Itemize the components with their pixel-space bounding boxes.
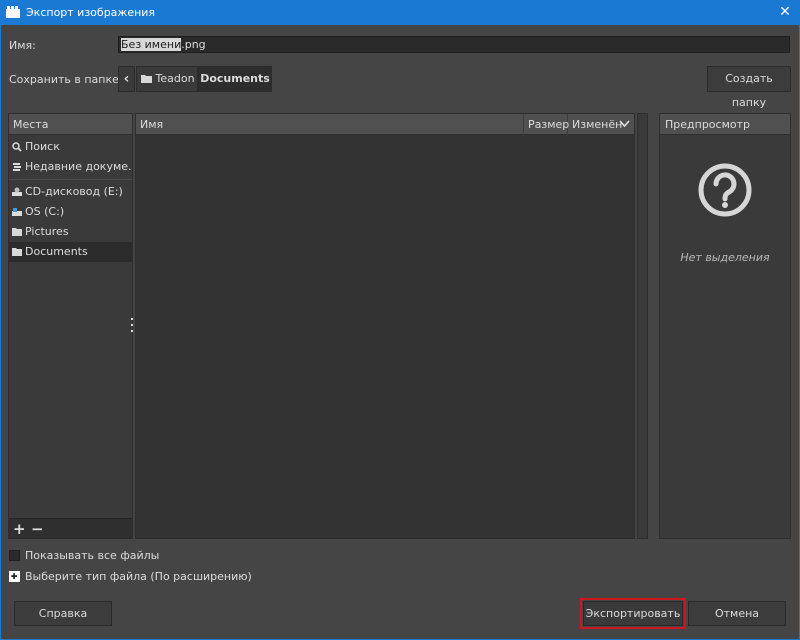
save-in-folder-label: Сохранить в папке <box>9 73 119 86</box>
recent-icon <box>13 163 21 171</box>
place-label: Недавние докуме... <box>25 160 132 173</box>
export-button[interactable]: Экспортировать <box>580 598 686 629</box>
folder-icon <box>141 75 152 83</box>
place-documents[interactable]: Documents <box>9 242 132 262</box>
create-folder-button[interactable]: Создать папку <box>707 66 791 109</box>
cd-drive-icon <box>12 187 22 196</box>
place-search[interactable]: Поиск <box>9 137 132 157</box>
preview-panel: Предпросмотр Нет выделения <box>659 113 791 539</box>
cancel-button[interactable]: Отмена <box>688 601 786 626</box>
chevron-left-icon: ‹ <box>123 71 130 87</box>
places-header[interactable]: Места <box>9 114 132 135</box>
column-size[interactable]: Размер <box>524 114 569 135</box>
folder-icon <box>12 248 22 256</box>
preview-header: Предпросмотр <box>660 114 790 135</box>
column-modified[interactable]: Изменён <box>568 114 634 135</box>
title-bar: Экспорт изображения ✕ <box>0 0 800 25</box>
folder-icon <box>12 228 22 236</box>
place-pictures[interactable]: Pictures <box>9 222 132 242</box>
place-recent[interactable]: Недавние докуме... <box>9 157 132 177</box>
places-panel: Места Поиск Недавние докуме... CD-дисков… <box>8 113 133 539</box>
path-crumb-teadon[interactable]: Teadon <box>136 66 198 92</box>
path-back-button[interactable]: ‹ <box>118 66 135 92</box>
file-list-header: Имя Размер Изменён <box>136 114 634 135</box>
remove-bookmark-button[interactable]: − <box>31 520 44 538</box>
name-label: Имя: <box>9 39 36 52</box>
place-label: Поиск <box>25 140 60 153</box>
path-crumb-label: Documents <box>200 72 270 85</box>
close-icon: ✕ <box>779 4 791 20</box>
place-label: Pictures <box>25 225 69 238</box>
chevron-down-icon <box>619 120 630 128</box>
add-bookmark-button[interactable]: + <box>13 520 26 538</box>
places-footer: + − <box>9 518 132 538</box>
places-separator <box>9 179 132 180</box>
filename-extension: .png <box>181 38 206 51</box>
question-icon <box>698 163 752 217</box>
file-list[interactable]: Имя Размер Изменён <box>135 113 635 539</box>
show-all-files-checkbox[interactable] <box>9 550 20 561</box>
file-list-scrollbar[interactable] <box>637 113 648 539</box>
column-name[interactable]: Имя <box>136 114 524 135</box>
hard-drive-icon <box>12 208 22 216</box>
expander-plus-icon[interactable] <box>9 571 20 582</box>
place-label: Documents <box>25 245 88 258</box>
no-selection-text: Нет выделения <box>680 251 770 264</box>
file-type-label: Выберите тип файла (По расширению) <box>25 570 252 583</box>
gimp-app-icon <box>6 6 20 18</box>
path-crumb-label: Teadon <box>155 72 195 85</box>
column-modified-label: Изменён <box>572 118 623 131</box>
place-label: OS (C:) <box>25 205 65 218</box>
filename-input[interactable]: Без имени.png <box>118 36 790 53</box>
place-os-drive[interactable]: OS (C:) <box>9 202 132 222</box>
splitter-handle[interactable] <box>131 318 134 332</box>
search-icon <box>12 142 22 152</box>
close-button[interactable]: ✕ <box>770 0 800 25</box>
window-title: Экспорт изображения <box>26 6 156 19</box>
show-all-files-label: Показывать все файлы <box>25 549 160 562</box>
help-button[interactable]: Справка <box>14 601 112 626</box>
filename-selected-text: Без имени <box>121 38 182 51</box>
place-label: CD-дисковод (E:) <box>25 185 123 198</box>
path-crumb-documents[interactable]: Documents <box>198 66 272 92</box>
place-cd-drive[interactable]: CD-дисковод (E:) <box>9 182 132 202</box>
